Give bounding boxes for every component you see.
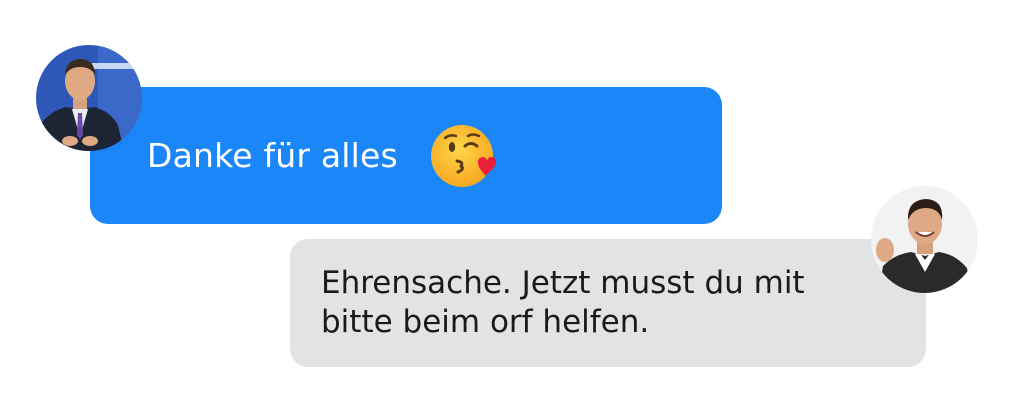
- message-text: Danke für alles: [147, 136, 398, 175]
- chat-conversation: Danke für alles Ehrensache. Jetzt musst …: [0, 0, 1024, 420]
- message-text: Ehrensache. Jetzt musst du mit bitte bei…: [321, 265, 805, 340]
- message-bubble-sent[interactable]: Danke für alles: [90, 87, 722, 224]
- message-bubble-received[interactable]: Ehrensache. Jetzt musst du mit bitte bei…: [290, 239, 926, 367]
- face-throwing-a-kiss-icon: [430, 122, 498, 190]
- avatar-left[interactable]: [36, 45, 142, 151]
- avatar-right[interactable]: [871, 186, 978, 293]
